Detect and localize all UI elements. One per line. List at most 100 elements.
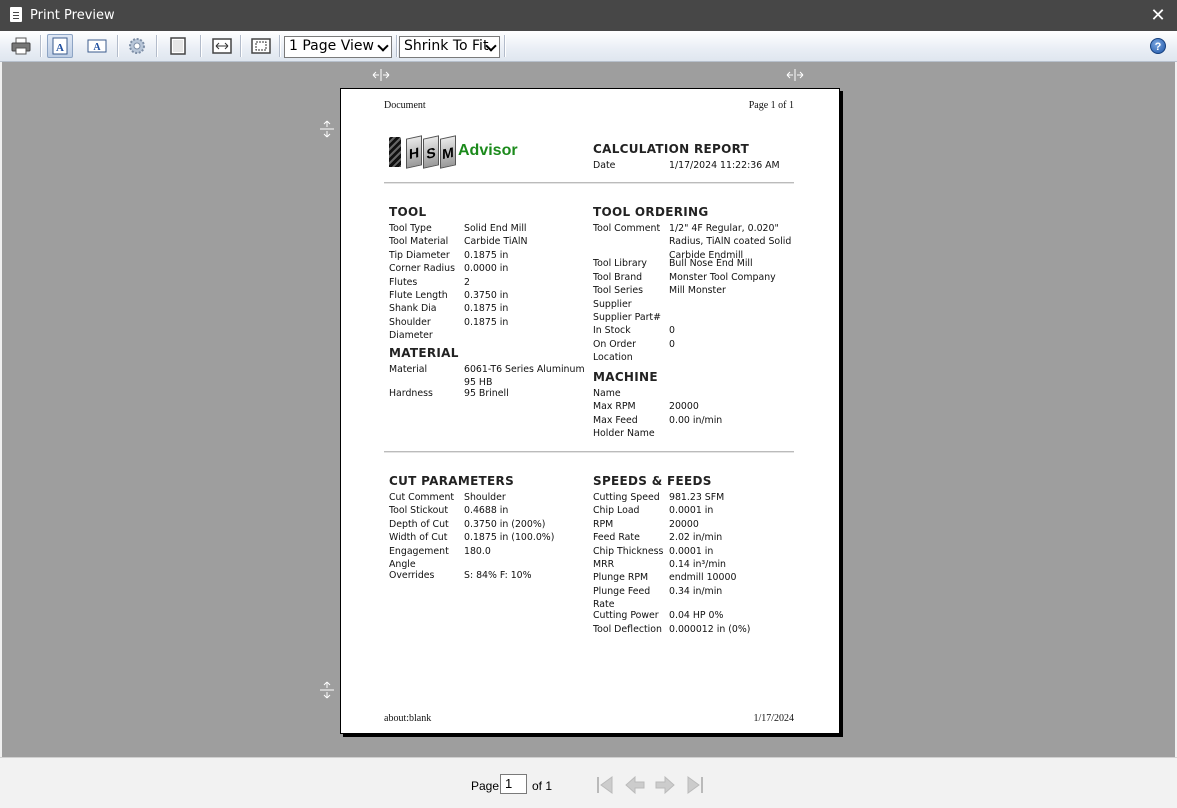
scale-select[interactable]: Shrink To Fit (399, 36, 500, 58)
speeds-feeds-value: 0.0001 in (669, 505, 714, 517)
cut-parameter-value: 180.0 (464, 545, 491, 557)
print-page: Document Page 1 of 1 H S M Advisor CALCU… (340, 88, 840, 734)
speeds-feeds-label: Plunge RPM (593, 572, 649, 584)
speeds-feeds-label: MRR (593, 559, 615, 570)
portrait-button[interactable]: A (47, 34, 73, 58)
speeds-feeds-label: Tool Deflection (593, 623, 662, 635)
previous-page-button[interactable] (624, 775, 646, 795)
single-page-button[interactable] (165, 34, 191, 58)
printer-icon (11, 37, 31, 55)
tool-ordering-value: 1/2" 4F Regular, 0.020" Radius, TiAlN co… (669, 223, 792, 261)
first-page-button[interactable] (594, 775, 616, 795)
window-titlebar: Print Preview ✕ (0, 0, 1177, 31)
next-page-button[interactable] (654, 775, 676, 795)
tool-ordering-label: Location (593, 352, 633, 364)
svg-text:A: A (93, 42, 101, 53)
top-margin-handle[interactable] (320, 120, 334, 140)
first-page-icon (597, 776, 613, 794)
fit-width-icon (212, 38, 232, 54)
speeds-feeds-value: 2.02 in/min (669, 532, 723, 544)
cut-parameter-label: Cut Comment (389, 492, 455, 503)
machine-label: Max Feed (593, 414, 638, 426)
page-number-input[interactable]: 1 (500, 774, 527, 794)
speeds-feeds-label: Cutting Power (593, 610, 659, 622)
page-setup-button[interactable] (124, 34, 150, 58)
material-label: Material (389, 364, 428, 375)
speeds-feeds-section-title: SPEEDS & FEEDS (593, 474, 712, 488)
fit-page-button[interactable] (248, 34, 274, 58)
status-bar: Page 1 of 1 (0, 757, 1177, 808)
prev-page-icon (625, 775, 645, 795)
tool-label: Corner Radius (389, 263, 455, 275)
tool-value: 0.1875 in (464, 303, 509, 315)
horizontal-resize-icon (786, 69, 804, 81)
vertical-resize-icon (320, 681, 334, 699)
fit-width-button[interactable] (209, 34, 235, 58)
cut-parameter-label: Width of Cut (389, 532, 448, 544)
machine-label: Holder Name (593, 428, 655, 440)
tool-value: 2 (464, 276, 470, 288)
cut-parameter-value: 0.3750 in (200%) (464, 518, 546, 530)
right-margin-handle[interactable] (786, 69, 804, 83)
view-mode-select[interactable]: 1 Page View (284, 36, 392, 58)
divider (384, 451, 794, 453)
fit-page-icon (251, 38, 271, 54)
machine-value: 0.00 in/min (669, 414, 723, 426)
left-margin-handle[interactable] (372, 69, 390, 83)
bottom-margin-handle[interactable] (320, 681, 334, 701)
scale-value: Shrink To Fit (404, 38, 489, 54)
machine-label: Max RPM (593, 401, 636, 413)
next-page-icon (655, 775, 675, 795)
speeds-feeds-label: Chip Thickness (593, 545, 664, 557)
tool-label: Shoulder Diameter (389, 316, 433, 342)
last-page-icon (687, 776, 703, 794)
cut-parameter-value: 0.1875 in (100.0%) (464, 532, 555, 544)
portrait-icon: A (52, 37, 68, 55)
cut-parameter-value: S: 84% F: 10% (464, 570, 532, 581)
single-page-icon (170, 37, 186, 55)
tool-ordering-label: Tool Comment (593, 223, 661, 234)
tool-label: Shank Dia (389, 303, 437, 315)
tool-value: 0.1875 in (464, 316, 509, 328)
svg-text:A: A (56, 42, 64, 54)
chevron-down-icon (377, 40, 389, 52)
speeds-feeds-label: Feed Rate (593, 532, 640, 544)
page-label: Page (471, 779, 500, 793)
cut-parameter-value: Shoulder (464, 492, 506, 503)
last-page-button[interactable] (684, 775, 706, 795)
tool-ordering-value: Monster Tool Company (669, 271, 776, 283)
page-header-right: Page 1 of 1 (748, 100, 794, 111)
close-button[interactable]: ✕ (1147, 4, 1169, 26)
cut-parameter-label: Overrides (389, 570, 435, 581)
speeds-feeds-value: 0.000012 in (0%) (669, 623, 751, 635)
tool-ordering-label: Supplier Part# (593, 312, 661, 323)
material-label: Hardness (389, 388, 433, 400)
speeds-feeds-value: 981.23 SFM (669, 492, 725, 503)
cut-parameter-value: 0.4688 in (464, 505, 509, 517)
tool-section-title: TOOL (389, 205, 427, 219)
help-button[interactable]: ? (1150, 38, 1166, 54)
cut-parameter-label: Depth of Cut (389, 518, 449, 530)
tool-value: 0.0000 in (464, 263, 509, 275)
view-mode-value: 1 Page View (289, 38, 374, 54)
speeds-feeds-value: 0.34 in/min (669, 585, 723, 597)
tool-ordering-value: Bull Nose End Mill (669, 258, 753, 270)
speeds-feeds-label: Chip Load (593, 505, 640, 517)
landscape-button[interactable]: A (84, 34, 110, 58)
tool-label: Flutes (389, 276, 418, 288)
machine-value: 20000 (669, 401, 699, 413)
tool-label: Tip Diameter (389, 249, 450, 261)
tool-ordering-value: 0 (669, 338, 675, 350)
material-value: 6061-T6 Series Aluminum 95 HB (464, 364, 585, 389)
tool-value: Solid End Mill (464, 223, 527, 234)
tool-ordering-label: Supplier (593, 298, 632, 310)
print-button[interactable] (8, 34, 34, 58)
toolbar: A A 1 Page View Shrink To Fit ? (0, 31, 1177, 62)
material-value: 95 Brinell (464, 388, 509, 400)
tool-label: Tool Material (389, 236, 449, 248)
machine-section-title: MACHINE (593, 370, 658, 384)
tool-ordering-label: In Stock (593, 325, 631, 337)
tool-ordering-label: On Order (593, 338, 636, 350)
tool-label: Flute Length (389, 290, 448, 301)
cut-parameter-label: Engagement Angle (389, 545, 449, 570)
